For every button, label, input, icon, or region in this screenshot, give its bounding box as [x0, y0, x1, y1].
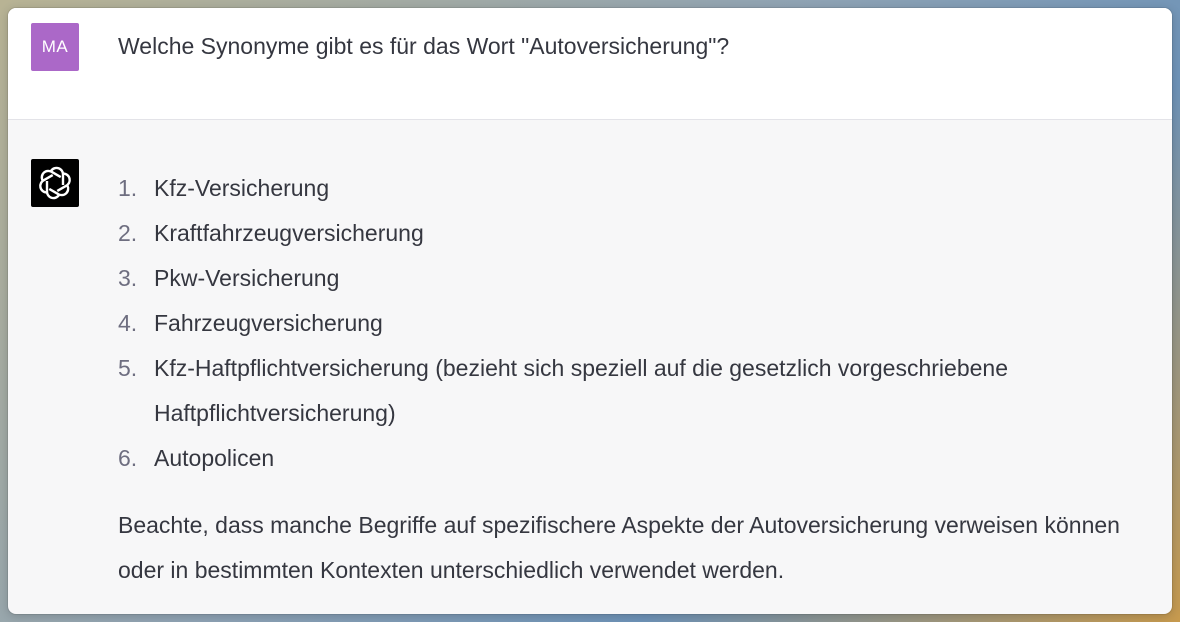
list-item-text: Kfz-Versicherung — [154, 175, 330, 201]
closing-note: Beachte, dass manche Begriffe auf spezif… — [118, 512, 1120, 583]
list-item-text: Autopolicen — [154, 445, 275, 471]
list-item: 1. Kfz-Versicherung — [118, 166, 1158, 211]
chat-window: MA Welche Synonyme gibt es für das Wort … — [8, 8, 1172, 614]
list-number: 2. — [118, 220, 138, 246]
list-item: 2. Kraftfahrzeugversicherung — [118, 211, 1158, 256]
list-item: 3. Pkw-Versicherung — [118, 256, 1158, 301]
list-item-text: Kraftfahrzeugversicherung — [154, 220, 424, 246]
user-message-text: Welche Synonyme gibt es für das Wort "Au… — [118, 33, 730, 59]
openai-logo-icon — [39, 166, 71, 200]
assistant-message: 1. Kfz-Versicherung 2. Kraftfahrzeugvers… — [118, 166, 1158, 593]
list-item: 4. Fahrzeugversicherung — [118, 301, 1158, 346]
synonym-list: 1. Kfz-Versicherung 2. Kraftfahrzeugvers… — [118, 166, 1158, 481]
list-number: 4. — [118, 310, 138, 336]
list-item: 6. Autopolicen — [118, 436, 1158, 481]
list-item-text: Fahrzeugversicherung — [154, 310, 383, 336]
list-item-text: Pkw-Versicherung — [154, 265, 340, 291]
list-number: 6. — [118, 445, 138, 471]
list-number: 1. — [118, 175, 138, 201]
list-number: 5. — [118, 355, 138, 381]
assistant-avatar — [31, 159, 79, 207]
list-item-text: Kfz-Haftpflichtversicherung (bezieht sic… — [154, 355, 1008, 426]
user-avatar: MA — [31, 23, 79, 71]
user-message-row: MA Welche Synonyme gibt es für das Wort … — [8, 8, 1172, 120]
list-item: 5. Kfz-Haftpflichtversicherung (bezieht … — [118, 346, 1158, 436]
list-number: 3. — [118, 265, 138, 291]
